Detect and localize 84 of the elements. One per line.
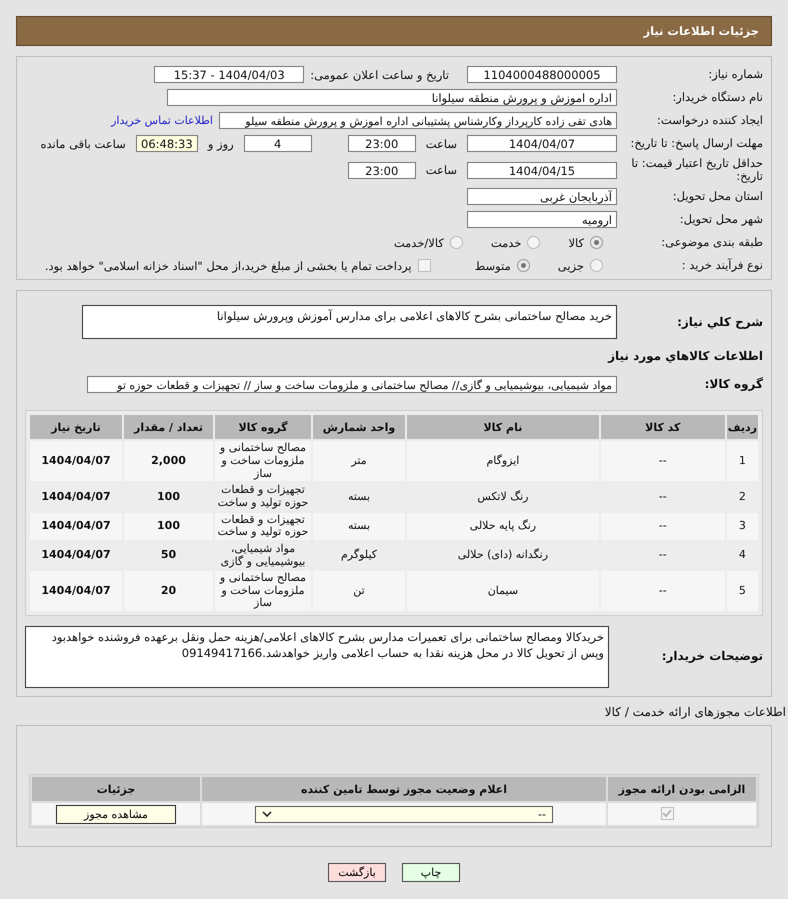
radio-label: جزیی [558,258,584,273]
table-cell: 1 [726,441,758,482]
summary-textarea[interactable]: خرید مصالح ساختمانی بشرح کالاهای اعلامی برای مدارس آموزش وپرورش سیلوانا [82,305,617,340]
field-label: ایجاد کننده درخواست: [656,114,763,128]
field-label: ساعت [426,163,457,178]
status-dropdown[interactable]: -- [255,806,553,823]
field-label: حداقل تاریخ اعتبار قیمت: تا تاریخ: [630,157,763,184]
days-field: 4 [244,135,312,152]
column-header: کد کالا [600,415,725,440]
section-title: اطلاعات کالاهاي مورد نیاز [606,348,763,366]
table-cell: رنگ پایه حلالی [407,512,599,540]
table-cell: مصالح ساختمانی و ملزومات ساخت و ساز [215,441,311,482]
time-field: 23:00 [348,135,416,152]
radio-button[interactable] [527,236,540,250]
notes-textarea[interactable]: خریدکالا ومصالح ساختمانی برای تعمیرات مدارس بشرح کالاهای اعلامی/هزینه حمل ونقل برعهده فروشنده خواهدبود وپس از تحویل کالا در محل هزینه نقدا به حساب اعلامی واریز خواهدشد.09149417166 [25,626,609,688]
buyer-field: اداره اموزش و پرورش منطقه سیلوانا [167,89,617,106]
table-cell: متر [313,441,405,482]
table-cell: 100 [124,512,213,540]
column-header: تعداد / مقدار [124,415,213,440]
column-header: نام کالا [407,415,599,440]
view-permit-button[interactable]: مشاهده مجوز [56,804,176,824]
field-label: شرح کلي نیاز: [676,316,763,330]
announce-date-field: 1404/04/03 - 15:37 [154,66,304,83]
requester-field: هادی تقی زاده کارپرداز وکارشناس پشتیبانی اداره اموزش و پرورش منطقه سیلو [219,112,617,129]
table-cell: 1404/04/07 [30,512,122,540]
field-label: شماره نیاز: [707,68,763,82]
field-label: نوع فرآیند خرید : [680,259,763,273]
table-cell: 3 [726,512,758,540]
goods-group-field: مواد شیمیایی، بیوشیمیایی و گازی// مصالح ساختمانی و ملزومات ساخت و ساز // تجهیزات و قطعات حوزه تو [87,376,617,394]
table-cell: مصالح ساختمانی و ملزومات ساخت و ساز [215,571,311,612]
table-cell: بسته [313,512,405,540]
date-field: 1404/04/15 [467,162,617,179]
checkbox-label: پرداخت تمام یا بخشی از مبلغ خرید،از محل "اسناد خزانه اسلامی" خواهد بود. [44,258,412,273]
need-number-field: 1104000488000005 [467,66,617,83]
column-header: الزامی بودن ارائه مجوز [608,777,756,802]
radio-label: کالا [568,236,584,250]
remaining-time-field: 06:48:33 [136,135,198,152]
field-label: نام دستگاه خریدار: [671,90,763,104]
table-cell: ایزوگام [407,441,599,482]
field-label: گروه کالا: [704,378,763,392]
table-cell: سیمان [407,571,599,612]
table-cell: 20 [124,571,213,612]
table-cell: -- [600,512,725,540]
table-cell: 1404/04/07 [30,571,122,612]
province-field: آذربایجان غربی [467,188,617,206]
field-label: ساعت [426,136,457,150]
column-header: ردیف [726,415,758,440]
column-header: گروه کالا [215,415,311,440]
page-title: جزئیات اطلاعات نیاز [643,24,759,38]
radio-label: خدمت [490,236,522,250]
field-label: ساعت باقی مانده [40,136,126,150]
table-cell: 1404/04/07 [30,441,122,482]
field-label: روز و [208,136,234,150]
radio-label: متوسط [474,258,511,273]
column-header: واحد شمارش [313,415,405,440]
table-cell: تن [313,571,405,612]
table-cell: 2,000 [124,441,213,482]
checkbox[interactable] [418,259,431,272]
radio-button[interactable] [590,236,603,250]
column-header: اعلام وضعیت مجوز توسط تامین کننده [202,777,606,802]
date-field: 1404/04/07 [467,135,617,152]
chevron-down-icon [262,811,272,818]
table-cell: -- [600,441,725,482]
radio-button[interactable] [450,236,463,250]
print-button[interactable]: چاپ [402,863,460,882]
table-cell: 5 [726,571,758,612]
column-header: جزئیات [32,777,200,802]
field-label: تاریخ و ساعت اعلان عمومی: [310,68,449,82]
table-cell: تجهیزات و قطعات حوزه تولید و ساخت [215,512,311,540]
section-title: اطلاعات مجوزهای ارائه خدمت / کالا [604,705,787,720]
field-label: مهلت ارسال پاسخ: تا تاریخ: [629,136,763,150]
column-header: تاریخ نیاز [30,415,122,440]
contact-link[interactable]: اطلاعات تماس خریدار [111,114,213,127]
field-label: توضیحات خریدار: [660,650,763,664]
back-button[interactable]: بازگشت [328,863,386,882]
field-label: استان محل تحویل: [672,190,763,204]
city-field: ارومیه [467,211,617,228]
radio-button[interactable] [590,259,603,272]
field-label: شهر محل تحویل: [678,213,763,227]
field-label: طبقه بندی موضوعی: [660,236,763,250]
radio-label: کالا/خدمت [394,236,444,250]
time-field: 23:00 [348,162,416,179]
table-cell: -- [600,571,725,612]
radio-button[interactable] [516,259,530,272]
